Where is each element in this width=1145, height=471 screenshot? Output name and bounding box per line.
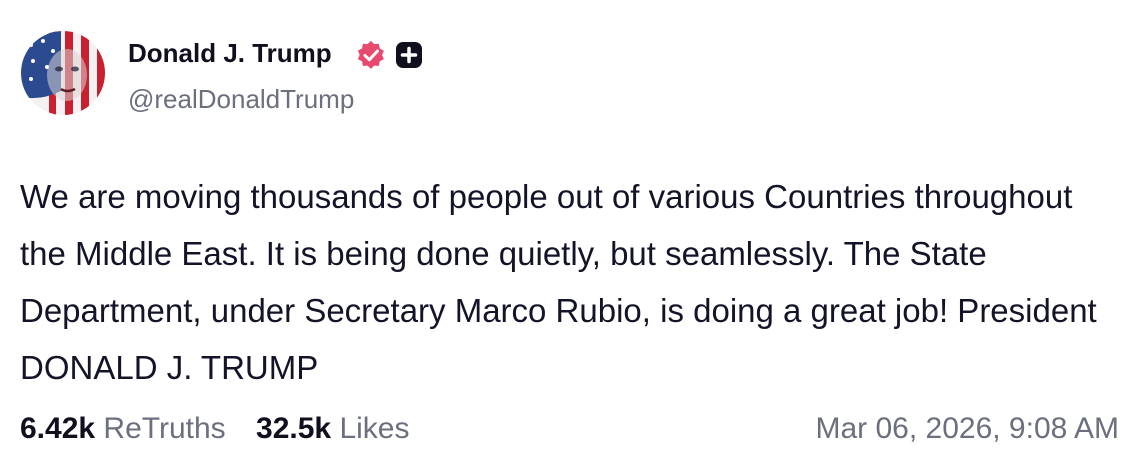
retruths-stat[interactable]: 6.42k ReTruths [20,412,226,445]
likes-stat[interactable]: 32.5k Likes [256,412,409,445]
likes-count: 32.5k [256,412,332,445]
post-timestamp[interactable]: Mar 06, 2026, 9:08 AM [815,412,1119,446]
user-handle[interactable]: @realDonaldTrump [128,84,354,115]
truth-post: Donald J. Trump @realDonaldTrump We are … [0,0,1145,471]
verified-badge-icon [356,40,386,75]
avatar[interactable] [21,31,105,115]
post-stats: 6.42k ReTruths 32.5k Likes [20,412,432,446]
badge-group [356,40,422,75]
retruths-count: 6.42k [20,412,96,445]
display-name[interactable]: Donald J. Trump [128,38,332,69]
retruths-label: ReTruths [103,412,226,445]
likes-label: Likes [339,412,410,445]
post-text: We are moving thousands of people out of… [20,178,1097,386]
plus-badge-icon [396,42,422,73]
